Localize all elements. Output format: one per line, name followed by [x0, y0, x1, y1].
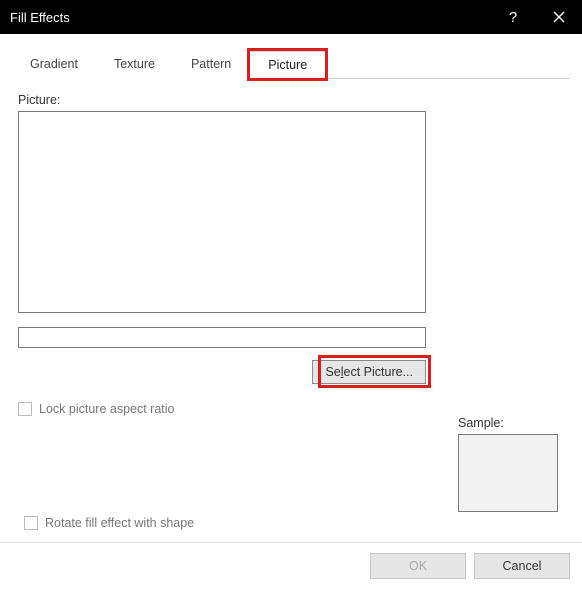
tab-texture[interactable]: Texture — [96, 51, 173, 79]
window-title: Fill Effects — [10, 10, 490, 25]
picture-panel: Picture: Select Picture... Lock picture … — [12, 79, 570, 542]
close-icon — [553, 11, 565, 23]
picture-label: Picture: — [18, 93, 564, 107]
rotate-label: Rotate fill effect with shape — [45, 516, 194, 530]
tab-picture[interactable]: Picture — [249, 51, 326, 79]
select-picture-txt-post: ect Picture... — [344, 365, 413, 379]
dialog-content: Gradient Texture Pattern Picture Picture… — [0, 34, 582, 542]
dialog-footer: OK Cancel — [0, 542, 582, 589]
sample-area: Sample: — [458, 416, 558, 512]
sample-preview — [458, 434, 558, 512]
help-button[interactable]: ? — [490, 0, 536, 34]
picture-filename-field — [18, 327, 426, 348]
select-picture-wrap: Select Picture... — [18, 360, 426, 384]
tab-gradient[interactable]: Gradient — [12, 51, 96, 79]
sample-label: Sample: — [458, 416, 558, 430]
rotate-checkbox[interactable] — [24, 516, 38, 530]
ok-button[interactable]: OK — [370, 553, 466, 579]
lock-aspect-checkbox-row[interactable]: Lock picture aspect ratio — [18, 402, 564, 416]
cancel-button[interactable]: Cancel — [474, 553, 570, 579]
close-button[interactable] — [536, 0, 582, 34]
tabstrip: Gradient Texture Pattern Picture — [12, 50, 570, 79]
rotate-checkbox-row[interactable]: Rotate fill effect with shape — [24, 516, 194, 530]
tab-pattern[interactable]: Pattern — [173, 51, 249, 79]
select-picture-txt-pre: Se — [325, 365, 340, 379]
select-picture-button[interactable]: Select Picture... — [312, 360, 426, 384]
lock-aspect-checkbox[interactable] — [18, 402, 32, 416]
titlebar: Fill Effects ? — [0, 0, 582, 34]
lock-aspect-label: Lock picture aspect ratio — [39, 402, 175, 416]
lower-area: Sample: Rotate fill effect with shape — [18, 416, 564, 536]
picture-preview — [18, 111, 426, 313]
